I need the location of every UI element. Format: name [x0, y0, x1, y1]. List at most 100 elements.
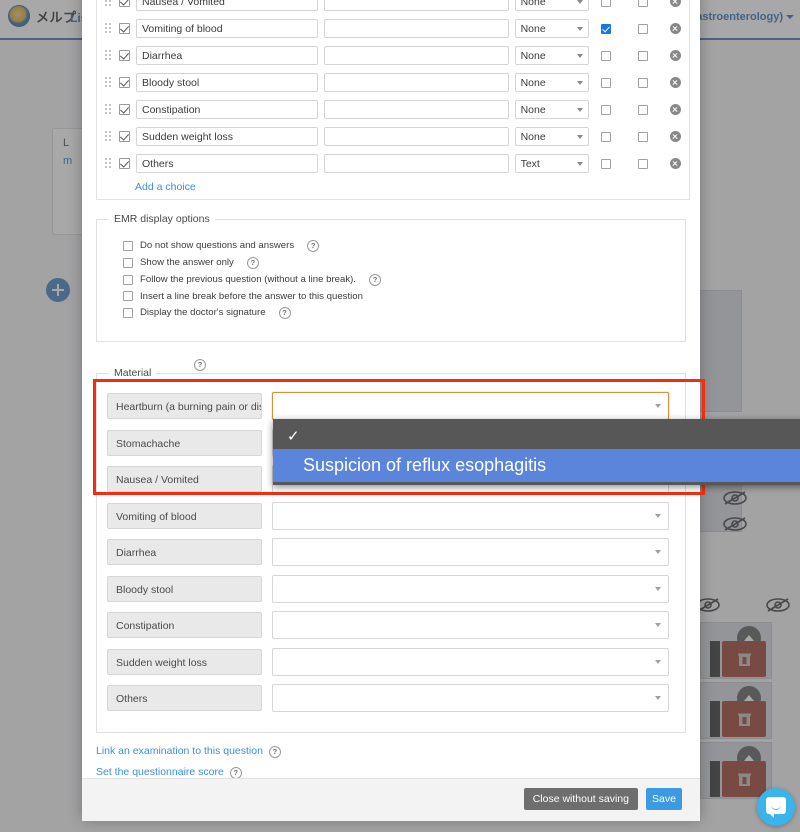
help-icon[interactable]: ? [307, 239, 320, 252]
choice-type-select[interactable]: Text [514, 154, 589, 173]
material-value-select[interactable] [272, 392, 669, 420]
material-value-select[interactable] [272, 538, 669, 566]
remove-choice-button[interactable] [669, 104, 681, 115]
choice-required-checkbox[interactable] [600, 131, 611, 142]
dropdown-option[interactable]: Suspicion of reflux esophagitis [273, 449, 800, 482]
help-icon[interactable]: ? [278, 306, 291, 319]
chat-launcher-button[interactable] [757, 788, 795, 826]
choice-value-input[interactable] [324, 73, 509, 92]
material-value-select[interactable] [272, 684, 669, 712]
choice-enabled-checkbox[interactable] [119, 131, 130, 142]
choice-required-checkbox[interactable] [600, 104, 611, 115]
emr-option-row[interactable]: Show the answer only? [97, 254, 685, 271]
choice-enabled-checkbox[interactable] [119, 104, 130, 115]
emr-option-row[interactable]: Do not show questions and answers? [97, 237, 685, 254]
remove-choice-button[interactable] [669, 50, 681, 61]
choice-type-select[interactable]: None [514, 0, 589, 11]
material-value-select[interactable] [272, 501, 669, 530]
choice-label-input[interactable]: Vomiting of blood [136, 19, 319, 38]
choice-extra-checkbox[interactable] [638, 0, 649, 7]
emr-option-checkbox[interactable] [123, 307, 133, 318]
material-value-select[interactable] [272, 611, 669, 639]
choice-extra-checkbox[interactable] [638, 23, 649, 34]
remove-choice-button[interactable] [669, 158, 681, 169]
question-edit-modal: Nausea / Vomited None Vomiting of blood Non… [82, 0, 700, 821]
bottom-link[interactable]: Set the questionnaire score [96, 766, 224, 778]
drag-handle-icon[interactable] [105, 76, 113, 89]
choice-label-input[interactable]: Sudden weight loss [136, 127, 319, 146]
choice-type-select[interactable]: None [514, 127, 589, 146]
choice-enabled-checkbox[interactable] [119, 77, 130, 88]
choice-type-select[interactable]: None [514, 19, 589, 38]
choice-value-input[interactable] [324, 154, 509, 173]
material-name-input[interactable]: Diarrhea [107, 539, 262, 565]
material-name-input[interactable]: Heartburn (a burning pain or discomfort [107, 393, 262, 419]
choice-value-input[interactable] [324, 100, 509, 119]
close-without-saving-button[interactable]: Close without saving [523, 788, 638, 810]
emr-option-row[interactable]: Follow the previous question (without a … [97, 271, 685, 288]
drag-handle-icon[interactable] [105, 0, 113, 8]
choice-required-checkbox[interactable] [600, 158, 611, 169]
choice-enabled-checkbox[interactable] [119, 158, 130, 169]
emr-option-row[interactable]: Insert a line break before the answer to… [97, 288, 685, 304]
remove-choice-button[interactable] [669, 131, 681, 142]
remove-choice-button[interactable] [669, 77, 681, 88]
save-button[interactable]: Save [646, 788, 682, 810]
choice-value-input[interactable] [324, 19, 509, 38]
choice-enabled-checkbox[interactable] [119, 50, 130, 61]
select-dropdown-popup[interactable]: ✓ Suspicion of reflux esophagitis [273, 419, 800, 485]
choice-extra-checkbox[interactable] [638, 158, 649, 169]
emr-option-checkbox[interactable] [123, 291, 133, 301]
choice-required-checkbox[interactable] [600, 77, 611, 88]
help-icon[interactable]: ? [268, 746, 281, 758]
drag-handle-icon[interactable] [105, 103, 113, 116]
emr-option-label: Follow the previous question (without a … [140, 274, 356, 285]
choice-row: Vomiting of blood None [97, 15, 689, 42]
help-icon[interactable]: ? [194, 359, 206, 371]
choice-extra-checkbox[interactable] [638, 50, 649, 61]
add-choice-link[interactable]: Add a choice [97, 177, 689, 199]
material-name-input[interactable]: Constipation [107, 612, 262, 638]
choice-label-input[interactable]: Nausea / Vomited [136, 0, 319, 11]
remove-choice-button[interactable] [669, 23, 681, 34]
help-icon[interactable]: ? [368, 273, 381, 286]
choice-required-checkbox[interactable] [600, 50, 611, 61]
help-icon[interactable]: ? [246, 256, 259, 269]
material-name-input[interactable]: Others [107, 685, 262, 711]
choice-value-input[interactable] [324, 46, 509, 65]
choice-label-input[interactable]: Bloody stool [136, 73, 319, 92]
emr-option-checkbox[interactable] [123, 240, 133, 251]
material-name-input[interactable]: Sudden weight loss [107, 648, 262, 675]
drag-handle-icon[interactable] [105, 157, 113, 170]
material-name-input[interactable]: Vomiting of blood [107, 502, 262, 529]
choice-extra-checkbox[interactable] [638, 131, 649, 142]
choice-label-input[interactable]: Others [136, 154, 319, 173]
choice-extra-checkbox[interactable] [638, 77, 649, 88]
material-value-select[interactable] [272, 647, 669, 676]
drag-handle-icon[interactable] [105, 130, 113, 143]
material-name-input[interactable]: Nausea / Vomited [107, 466, 262, 492]
material-value-select[interactable] [272, 574, 669, 603]
choice-label-input[interactable]: Diarrhea [136, 46, 319, 65]
remove-choice-button[interactable] [669, 0, 681, 7]
choice-required-checkbox[interactable] [600, 23, 611, 34]
emr-option-checkbox[interactable] [123, 274, 133, 285]
choice-enabled-checkbox[interactable] [119, 23, 130, 34]
choice-type-select[interactable]: None [514, 46, 589, 65]
drag-handle-icon[interactable] [105, 49, 113, 62]
emr-option-checkbox[interactable] [123, 257, 133, 268]
material-name-input[interactable]: Stomachache [107, 429, 262, 456]
choice-required-checkbox[interactable] [600, 0, 611, 7]
choice-enabled-checkbox[interactable] [119, 0, 130, 7]
choice-type-select[interactable]: None [514, 100, 589, 119]
emr-option-row[interactable]: Display the doctor's signature? [97, 304, 685, 321]
choice-extra-checkbox[interactable] [638, 104, 649, 115]
bottom-link[interactable]: Link an examination to this question [96, 745, 263, 757]
dropdown-option[interactable]: ✓ [273, 422, 800, 449]
choice-label-input[interactable]: Constipation [136, 100, 319, 119]
choice-type-select[interactable]: None [514, 73, 589, 92]
choice-value-input[interactable] [324, 0, 509, 11]
drag-handle-icon[interactable] [105, 22, 113, 35]
choice-value-input[interactable] [324, 127, 509, 146]
material-name-input[interactable]: Bloody stool [107, 575, 262, 602]
